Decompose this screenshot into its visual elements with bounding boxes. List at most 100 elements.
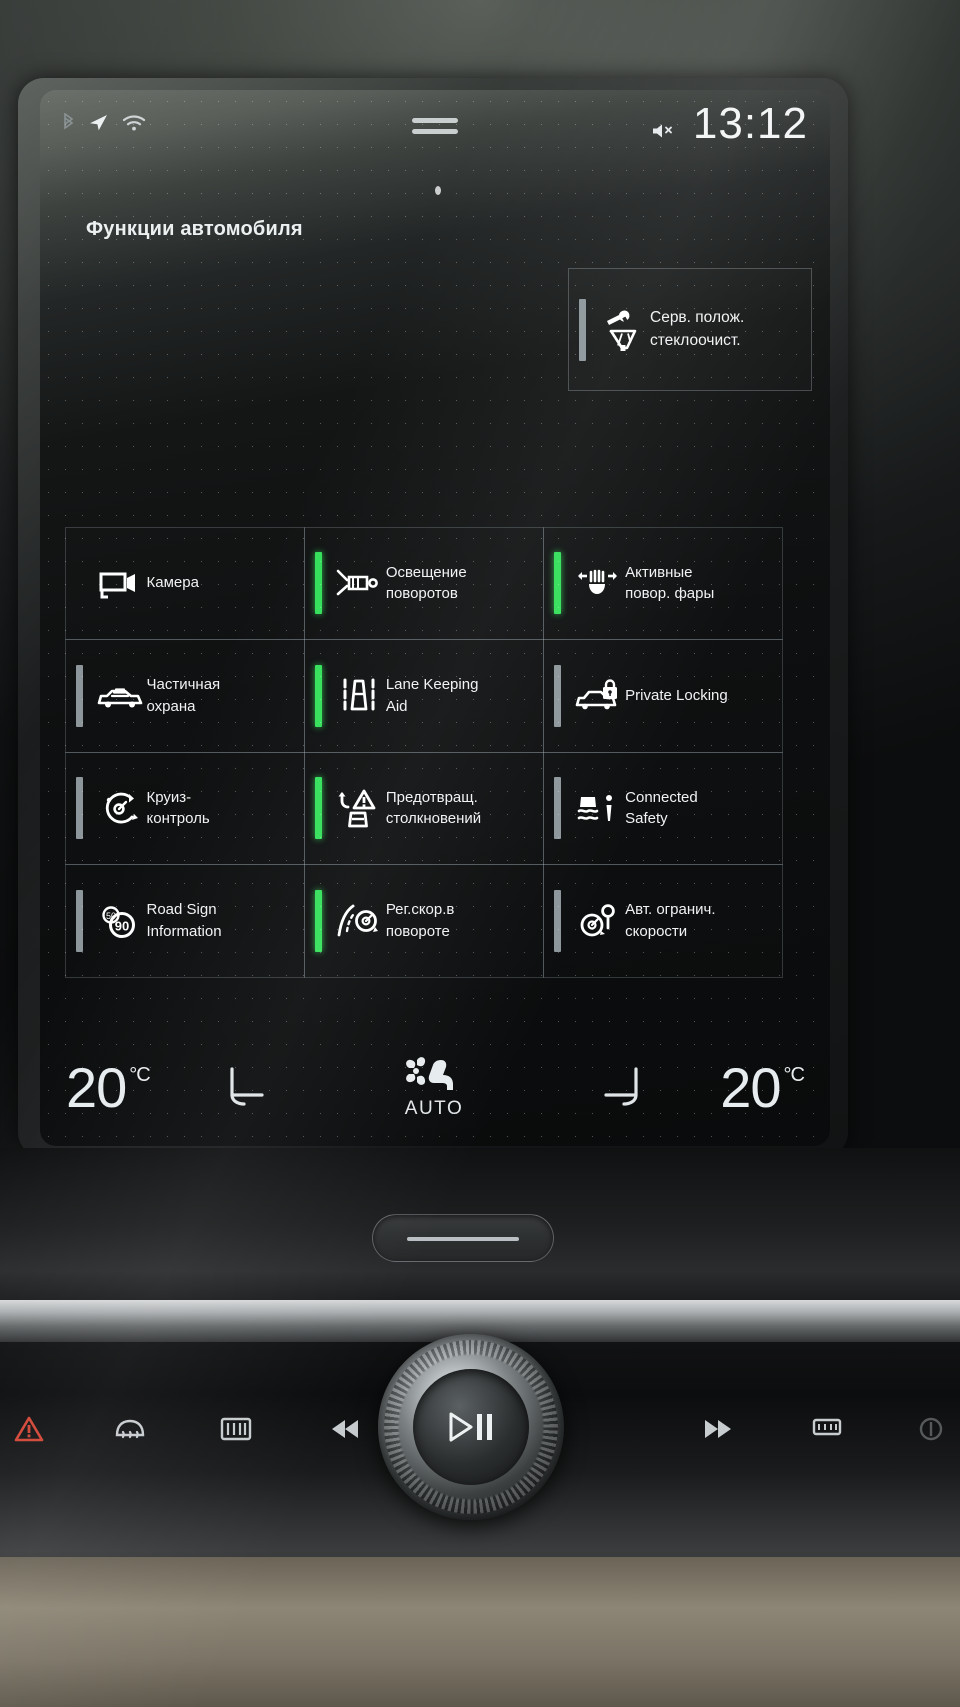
volume-knob[interactable]: [378, 1334, 564, 1520]
wifi-icon[interactable]: [122, 114, 146, 132]
tile-indicator-bar: [554, 777, 562, 840]
collision-avoidance-icon: [332, 787, 386, 829]
tile-indicator-bar: [314, 777, 322, 840]
auto-label: AUTO: [404, 1098, 464, 1119]
tile-label-line2: контроль: [146, 810, 210, 828]
tile-cruise-control[interactable]: Круиз- контроль: [64, 751, 305, 865]
driver-temperature-value: 20: [66, 1055, 127, 1119]
driver-temperature[interactable]: 20 °C: [66, 1055, 151, 1120]
climate-auto-button[interactable]: AUTO: [397, 1054, 471, 1120]
airflow-seat-icon: [397, 1054, 471, 1096]
svg-text:90: 90: [114, 918, 128, 933]
seat-heat-icon[interactable]: [807, 1414, 847, 1444]
tile-label-line1: Освещение: [385, 563, 467, 581]
tile-indicator-bar: [554, 552, 562, 615]
vehicle-functions-grid: Камера Освещение поворотов Активные пово…: [64, 526, 784, 978]
lower-dash-trim: [0, 1557, 960, 1707]
private-locking-icon: [571, 679, 625, 713]
tile-label-line2: поворотов: [385, 585, 458, 603]
parking-brake-icon[interactable]: [916, 1415, 946, 1443]
tile-label-line2: повор. фары: [625, 585, 715, 603]
passenger-temperature[interactable]: 20 °C: [720, 1055, 805, 1120]
tile-camera[interactable]: Камера: [64, 526, 305, 640]
wiper-service-position-icon: [596, 307, 650, 353]
tile-indicator-bar: [579, 298, 586, 361]
tile-indicator-bar: [554, 889, 562, 952]
tile-label-line1: Рег.скор.в: [385, 901, 455, 918]
tile-label-line1: Предотвращ.: [385, 788, 478, 806]
navigation-arrow-icon[interactable]: [88, 112, 109, 133]
tile-indicator-bar: [314, 552, 322, 615]
connected-safety-icon: [571, 789, 625, 827]
tile-label-line1: Private Locking: [625, 686, 728, 704]
curve-speed-adaptation-icon: [332, 901, 386, 941]
status-right: 13:12: [651, 102, 808, 146]
cornering-light-icon: [332, 566, 386, 600]
lane-keeping-aid-icon: [332, 677, 386, 715]
tile-curve-speed-adaptation[interactable]: Рег.скор.в повороте: [303, 864, 545, 978]
tile-label-line2: охрана: [146, 697, 196, 715]
center-display-screen[interactable]: 13:12 Функции автомобиля Серв. полож. ст…: [40, 90, 830, 1146]
tile-label-line1: Серв. полож.: [650, 309, 745, 327]
hazard-warning-icon[interactable]: [14, 1415, 44, 1443]
status-bar: 13:12: [40, 90, 830, 172]
auto-speed-limiter-icon: [571, 901, 625, 941]
tile-label-line2: Aid: [385, 697, 408, 715]
tile-label-line2: столкновений: [385, 810, 482, 828]
console-vent-slot: [372, 1214, 554, 1262]
tile-collision-avoidance[interactable]: Предотвращ. столкновений: [303, 751, 545, 865]
seat-heating-right-icon[interactable]: [584, 1063, 646, 1111]
tile-label-line1: Круиз-: [146, 788, 192, 806]
tile-label-line1: Камера: [146, 574, 199, 592]
tile-label-line1: Частичная: [146, 676, 221, 693]
passenger-temperature-unit: °C: [783, 1063, 805, 1086]
tile-active-bending-lights[interactable]: Активные повор. фары: [543, 526, 784, 640]
clock: 13:12: [692, 99, 808, 148]
tile-indicator-bar: [75, 664, 83, 727]
drag-handle-icon[interactable]: [412, 118, 458, 140]
tile-label-line2: Safety: [625, 810, 668, 828]
tile-label-line2: скорости: [625, 922, 688, 940]
status-left-icons: [62, 112, 146, 133]
car-infotainment-photo: 13:12 Функции автомобиля Серв. полож. ст…: [0, 0, 960, 1707]
tile-label-line2: стеклоочист.: [650, 331, 741, 349]
tile-cornering-light[interactable]: Освещение поворотов: [303, 526, 545, 640]
screen-dust-speck: [435, 186, 441, 195]
next-track-icon[interactable]: [694, 1416, 738, 1442]
tile-label-line2: повороте: [385, 922, 450, 940]
tile-reduced-guard[interactable]: Частичная охрана: [64, 639, 305, 753]
climate-bar: 20 °C AUTO 20 °C: [40, 1036, 830, 1146]
tile-indicator-bar: [314, 664, 322, 727]
bluetooth-icon[interactable]: [62, 112, 75, 133]
tile-wiper-service-position[interactable]: Серв. полож. стеклоочист.: [568, 268, 812, 391]
center-console: [0, 1148, 960, 1707]
previous-track-icon[interactable]: [325, 1416, 369, 1442]
active-bending-lights-icon: [571, 566, 625, 600]
tile-label-line1: Активные: [625, 563, 693, 581]
driver-temperature-unit: °C: [129, 1063, 150, 1086]
page-title: Функции автомобиля: [86, 218, 303, 240]
tile-indicator-bar: [314, 889, 322, 952]
tile-label: Серв. полож. стеклоочист.: [650, 307, 750, 352]
seat-heating-left-icon[interactable]: [222, 1063, 284, 1111]
tile-auto-speed-limiter[interactable]: Авт. огранич. скорости: [543, 864, 784, 978]
cruise-control-icon: [93, 788, 147, 828]
tile-private-locking[interactable]: Private Locking: [543, 639, 784, 753]
tile-road-sign-information[interactable]: 50 90 Road Sign Information: [64, 864, 305, 978]
tile-lane-keeping-aid[interactable]: Lane Keeping Aid: [303, 639, 545, 753]
rear-window-defrost-icon[interactable]: [216, 1414, 256, 1444]
fan-icon: [406, 1057, 426, 1085]
reduced-guard-icon: [93, 681, 147, 711]
tile-connected-safety[interactable]: Connected Safety: [543, 751, 784, 865]
screen-bezel: 13:12 Функции автомобиля Серв. полож. ст…: [18, 78, 848, 1158]
volume-mute-icon[interactable]: [651, 121, 677, 141]
play-pause-button[interactable]: [413, 1369, 529, 1485]
tile-indicator-bar: [76, 552, 83, 614]
tile-indicator-bar: [75, 889, 83, 952]
tile-label-line1: Авт. огранич.: [625, 901, 716, 918]
play-pause-icon: [443, 1410, 499, 1444]
front-windscreen-defrost-icon[interactable]: [113, 1415, 147, 1443]
passenger-temperature-value: 20: [720, 1055, 781, 1119]
tile-label-line1: Connected: [625, 788, 698, 806]
tile-indicator-bar: [554, 664, 562, 727]
